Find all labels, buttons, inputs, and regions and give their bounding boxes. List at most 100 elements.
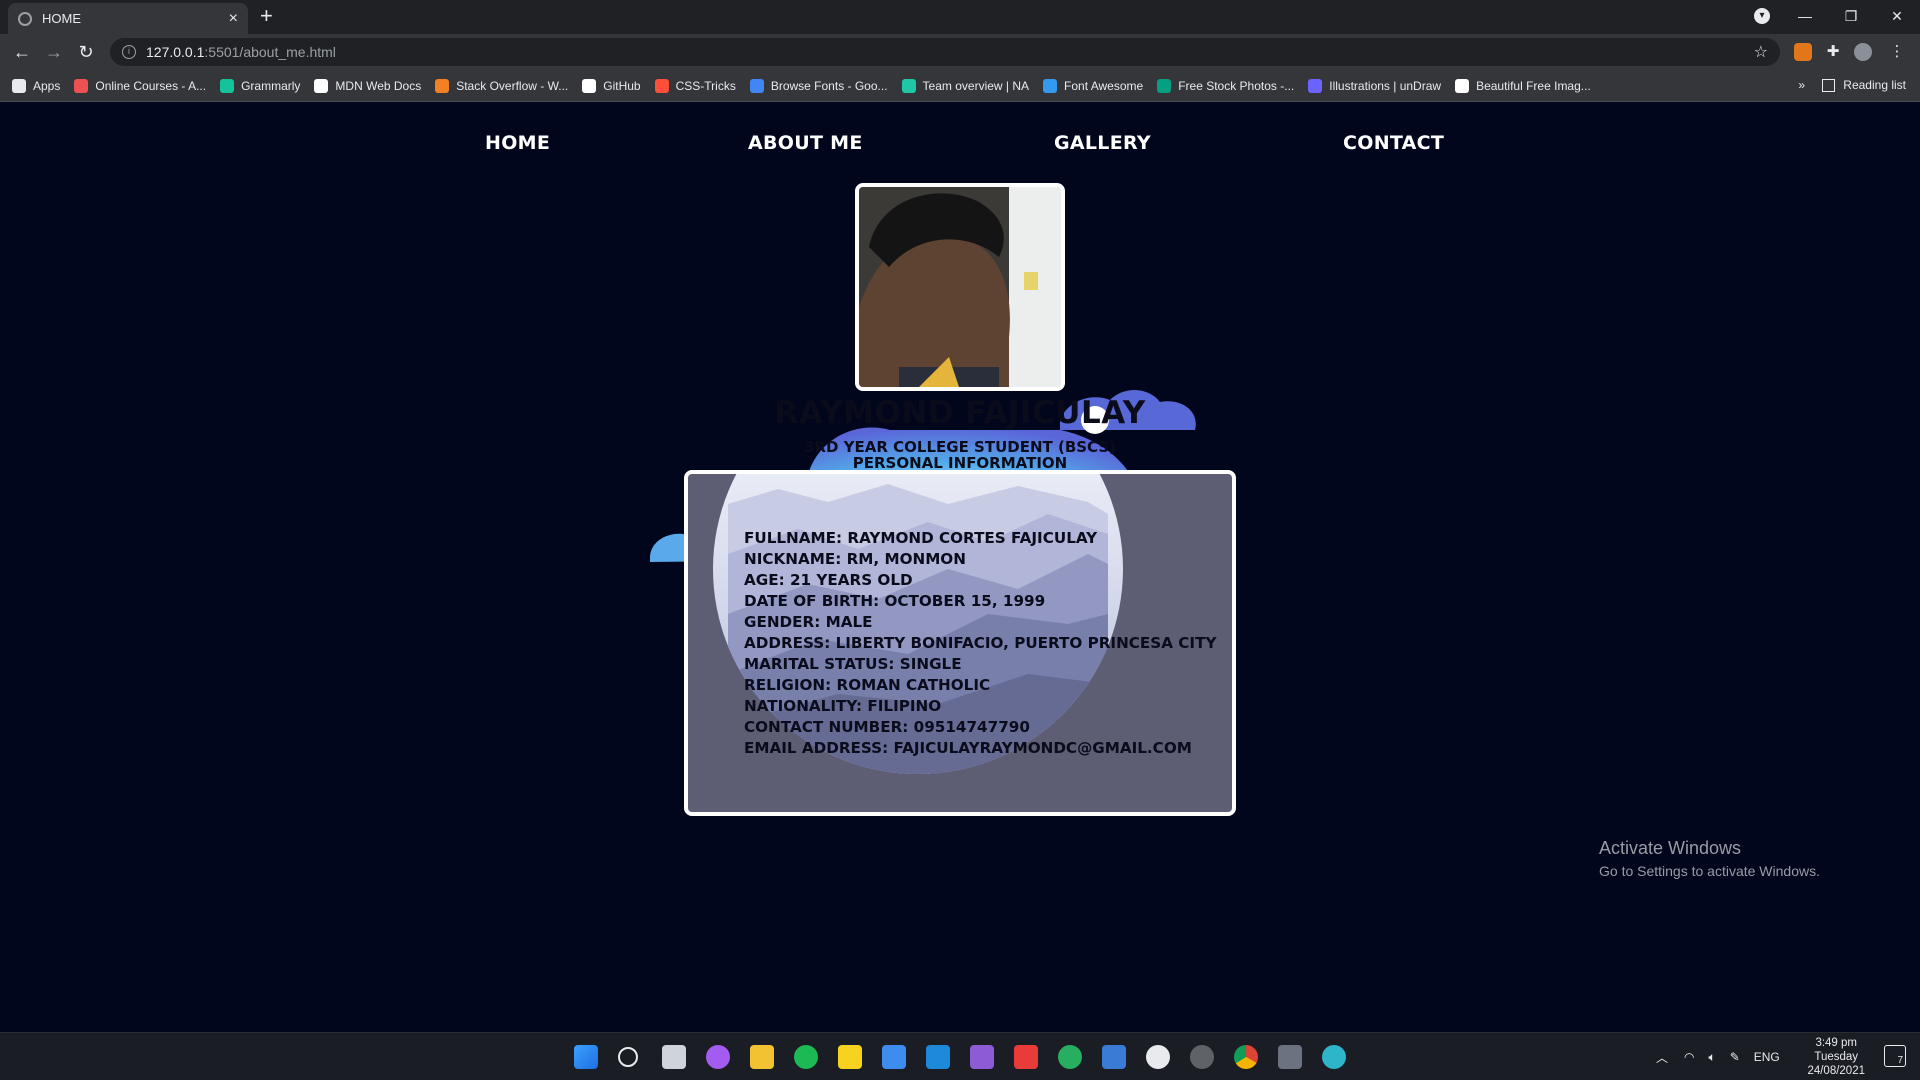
menu-kebab-icon[interactable]: ⋮ <box>1888 43 1906 61</box>
visual-studio-icon[interactable] <box>970 1045 994 1069</box>
chrome-icon[interactable] <box>1234 1045 1258 1069</box>
sticky-notes-icon[interactable] <box>838 1045 862 1069</box>
tab-search-icon[interactable]: ▾ <box>1754 8 1770 24</box>
pen-icon[interactable]: ✎ <box>1730 1050 1740 1064</box>
close-window-icon[interactable]: ✕ <box>1874 0 1920 32</box>
messenger-icon[interactable] <box>706 1045 730 1069</box>
bookmark-label: Online Courses - A... <box>95 78 207 93</box>
undraw-icon <box>1308 78 1323 93</box>
bookmark-label: Stack Overflow - W... <box>456 78 569 93</box>
reading-list-button[interactable]: Reading list <box>1822 78 1906 92</box>
activate-windows-watermark: Activate Windows Go to Settings to activ… <box>1599 838 1820 879</box>
info-list-item: CONTACT NUMBER: 09514747790 <box>744 718 1030 736</box>
bookmark-label: MDN Web Docs <box>335 78 422 93</box>
mail-app-icon[interactable] <box>1014 1045 1038 1069</box>
restore-icon[interactable]: ❐ <box>1828 0 1874 32</box>
language-indicator[interactable]: ENG <box>1754 1050 1780 1064</box>
close-tab-icon[interactable]: × <box>229 10 238 28</box>
bookmarks-overflow-button[interactable]: » <box>1798 78 1805 92</box>
personal-info-list: FULLNAME: RAYMOND CORTES FAJICULAY NICKNA… <box>744 528 1216 759</box>
bookmark-item[interactable]: MDN Web Docs <box>314 78 422 93</box>
bookmark-label: GitHub <box>603 78 641 93</box>
bookmark-item[interactable]: CSS-Tricks <box>654 78 736 93</box>
bookmark-item[interactable]: Team overview | NA <box>901 78 1029 93</box>
info-list-item: RELIGION: ROMAN CATHOLIC <box>744 676 991 694</box>
stackoverflow-icon <box>435 78 450 93</box>
show-hidden-icons-icon[interactable]: ︿ <box>1656 1049 1668 1066</box>
address-bar[interactable]: i 127.0.0.1:5501/about_me.html ☆ <box>110 38 1780 66</box>
stock-photos-icon <box>1157 78 1172 93</box>
fontawesome-icon <box>1043 78 1058 93</box>
app-globe-icon[interactable] <box>1322 1045 1346 1069</box>
forward-icon[interactable]: → <box>42 40 66 64</box>
minimize-icon[interactable]: — <box>1782 0 1828 32</box>
file-explorer-icon[interactable] <box>750 1045 774 1069</box>
task-view-icon[interactable] <box>662 1045 686 1069</box>
bookmark-item[interactable]: Grammarly <box>220 78 301 93</box>
search-icon[interactable] <box>618 1047 638 1067</box>
watermark-subtitle: Go to Settings to activate Windows. <box>1599 863 1820 879</box>
bookmark-item[interactable]: GitHub <box>582 78 641 93</box>
chrome-dev-icon[interactable] <box>1190 1045 1214 1069</box>
back-icon[interactable]: ← <box>10 40 34 64</box>
volume-icon[interactable]: 🔈︎ <box>1709 1050 1716 1065</box>
spotify-icon[interactable] <box>794 1045 818 1069</box>
reload-icon[interactable]: ↻ <box>74 40 98 64</box>
site-info-icon[interactable]: i <box>122 45 136 59</box>
network-icon[interactable]: ◠ <box>1684 1050 1694 1064</box>
globe-icon <box>18 11 32 26</box>
clock-date: 24/08/2021 <box>1807 1065 1865 1077</box>
bookmark-label: Font Awesome <box>1064 78 1144 93</box>
metamask-extension-icon[interactable] <box>1794 43 1812 61</box>
bookmark-label: Beautiful Free Imag... <box>1476 78 1591 93</box>
todo-icon[interactable] <box>882 1045 906 1069</box>
taskbar-clock[interactable]: 3:49 pm Tuesday 24/08/2021 <box>1807 1036 1865 1078</box>
nav-gallery-link[interactable]: GALLERY <box>1054 132 1151 154</box>
bookmark-item[interactable]: Online Courses - A... <box>74 78 207 93</box>
profile-avatar-icon[interactable] <box>1854 43 1872 61</box>
nav-home-link[interactable]: HOME <box>485 132 550 154</box>
bookmark-label: Grammarly <box>241 78 301 93</box>
url-path: :5501/about_me.html <box>204 44 336 60</box>
start-windows-icon[interactable] <box>574 1045 598 1069</box>
nav-about-link[interactable]: ABOUT ME <box>748 132 863 154</box>
bookmark-item[interactable]: Browse Fonts - Goo... <box>749 78 888 93</box>
info-list-item: MARITAL STATUS: SINGLE <box>744 655 962 673</box>
extensions-puzzle-icon[interactable]: ✚ <box>1824 43 1842 61</box>
mdn-icon <box>314 78 329 93</box>
bookmark-item[interactable]: Illustrations | unDraw <box>1308 78 1442 93</box>
new-tab-button[interactable]: + <box>260 4 273 28</box>
bookmarks-bar: Apps Online Courses - A... Grammarly MDN We… <box>0 70 1920 102</box>
info-list-item: EMAIL ADDRESS: FAJICULAYRAYMONDC@GMAIL.C… <box>744 739 1192 757</box>
bookmark-label: CSS-Tricks <box>675 78 736 93</box>
browser-tab[interactable]: HOME × <box>8 3 248 34</box>
bookmark-item[interactable]: Free Stock Photos -... <box>1157 78 1294 93</box>
section-title: PERSONAL INFORMATION <box>852 454 1068 472</box>
bookmark-item[interactable]: Font Awesome <box>1043 78 1144 93</box>
url-host: 127.0.0.1 <box>146 44 205 60</box>
calculator-icon[interactable] <box>1278 1045 1302 1069</box>
info-list-item: GENDER: MALE <box>744 613 873 631</box>
google-fonts-icon <box>749 78 764 93</box>
notification-count: 7 <box>1897 1055 1903 1066</box>
apps-grid-icon <box>12 78 26 93</box>
notification-center-icon[interactable]: 7 <box>1884 1045 1906 1067</box>
info-list-item: DATE OF BIRTH: OCTOBER 15, 1999 <box>744 592 1046 610</box>
bookmark-item[interactable]: Apps <box>12 78 60 93</box>
udemy-icon <box>74 78 89 93</box>
bookmark-item[interactable]: Stack Overflow - W... <box>435 78 569 93</box>
bookmark-item[interactable]: Beautiful Free Imag... <box>1455 78 1591 93</box>
nav-contact-link[interactable]: CONTACT <box>1343 132 1444 154</box>
profile-name: RAYMOND FAJICULAY <box>774 395 1146 431</box>
vscode-icon[interactable] <box>926 1045 950 1069</box>
bookmark-star-icon[interactable]: ☆ <box>1754 42 1768 62</box>
grammarly-icon <box>220 78 235 93</box>
reading-list-label: Reading list <box>1843 78 1906 92</box>
clock-day: Tuesday <box>1814 1051 1859 1063</box>
bookmark-label: Illustrations | unDraw <box>1329 78 1442 93</box>
taskbar: ︿ ◠ 🔈︎ ✎ ENG 3:49 pm Tuesday 24/08/2021 … <box>0 1032 1920 1080</box>
calendar-icon[interactable] <box>1102 1045 1126 1069</box>
whatsapp-icon[interactable] <box>1058 1045 1082 1069</box>
clock-app-icon[interactable] <box>1146 1045 1170 1069</box>
system-tray: ︿ ◠ 🔈︎ ✎ ENG <box>1656 1033 1780 1080</box>
